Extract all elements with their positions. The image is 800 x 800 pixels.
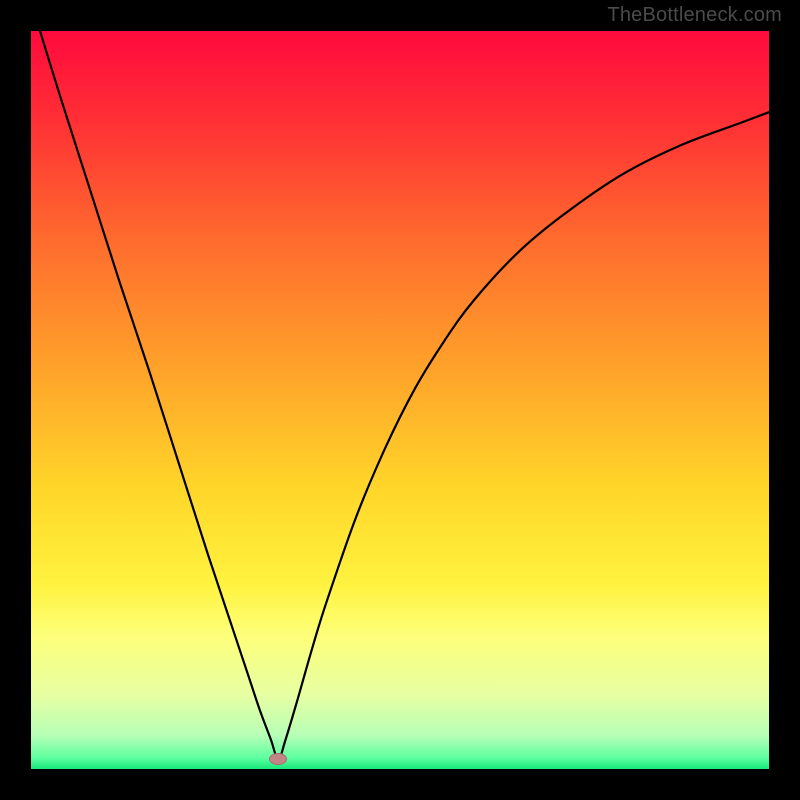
bottleneck-curve-path — [31, 31, 769, 759]
optimal-point-marker — [269, 753, 287, 765]
page-root: TheBottleneck.com — [0, 0, 800, 800]
chart-svg — [31, 31, 769, 769]
watermark-text: TheBottleneck.com — [607, 4, 782, 27]
plot-area — [31, 31, 769, 769]
